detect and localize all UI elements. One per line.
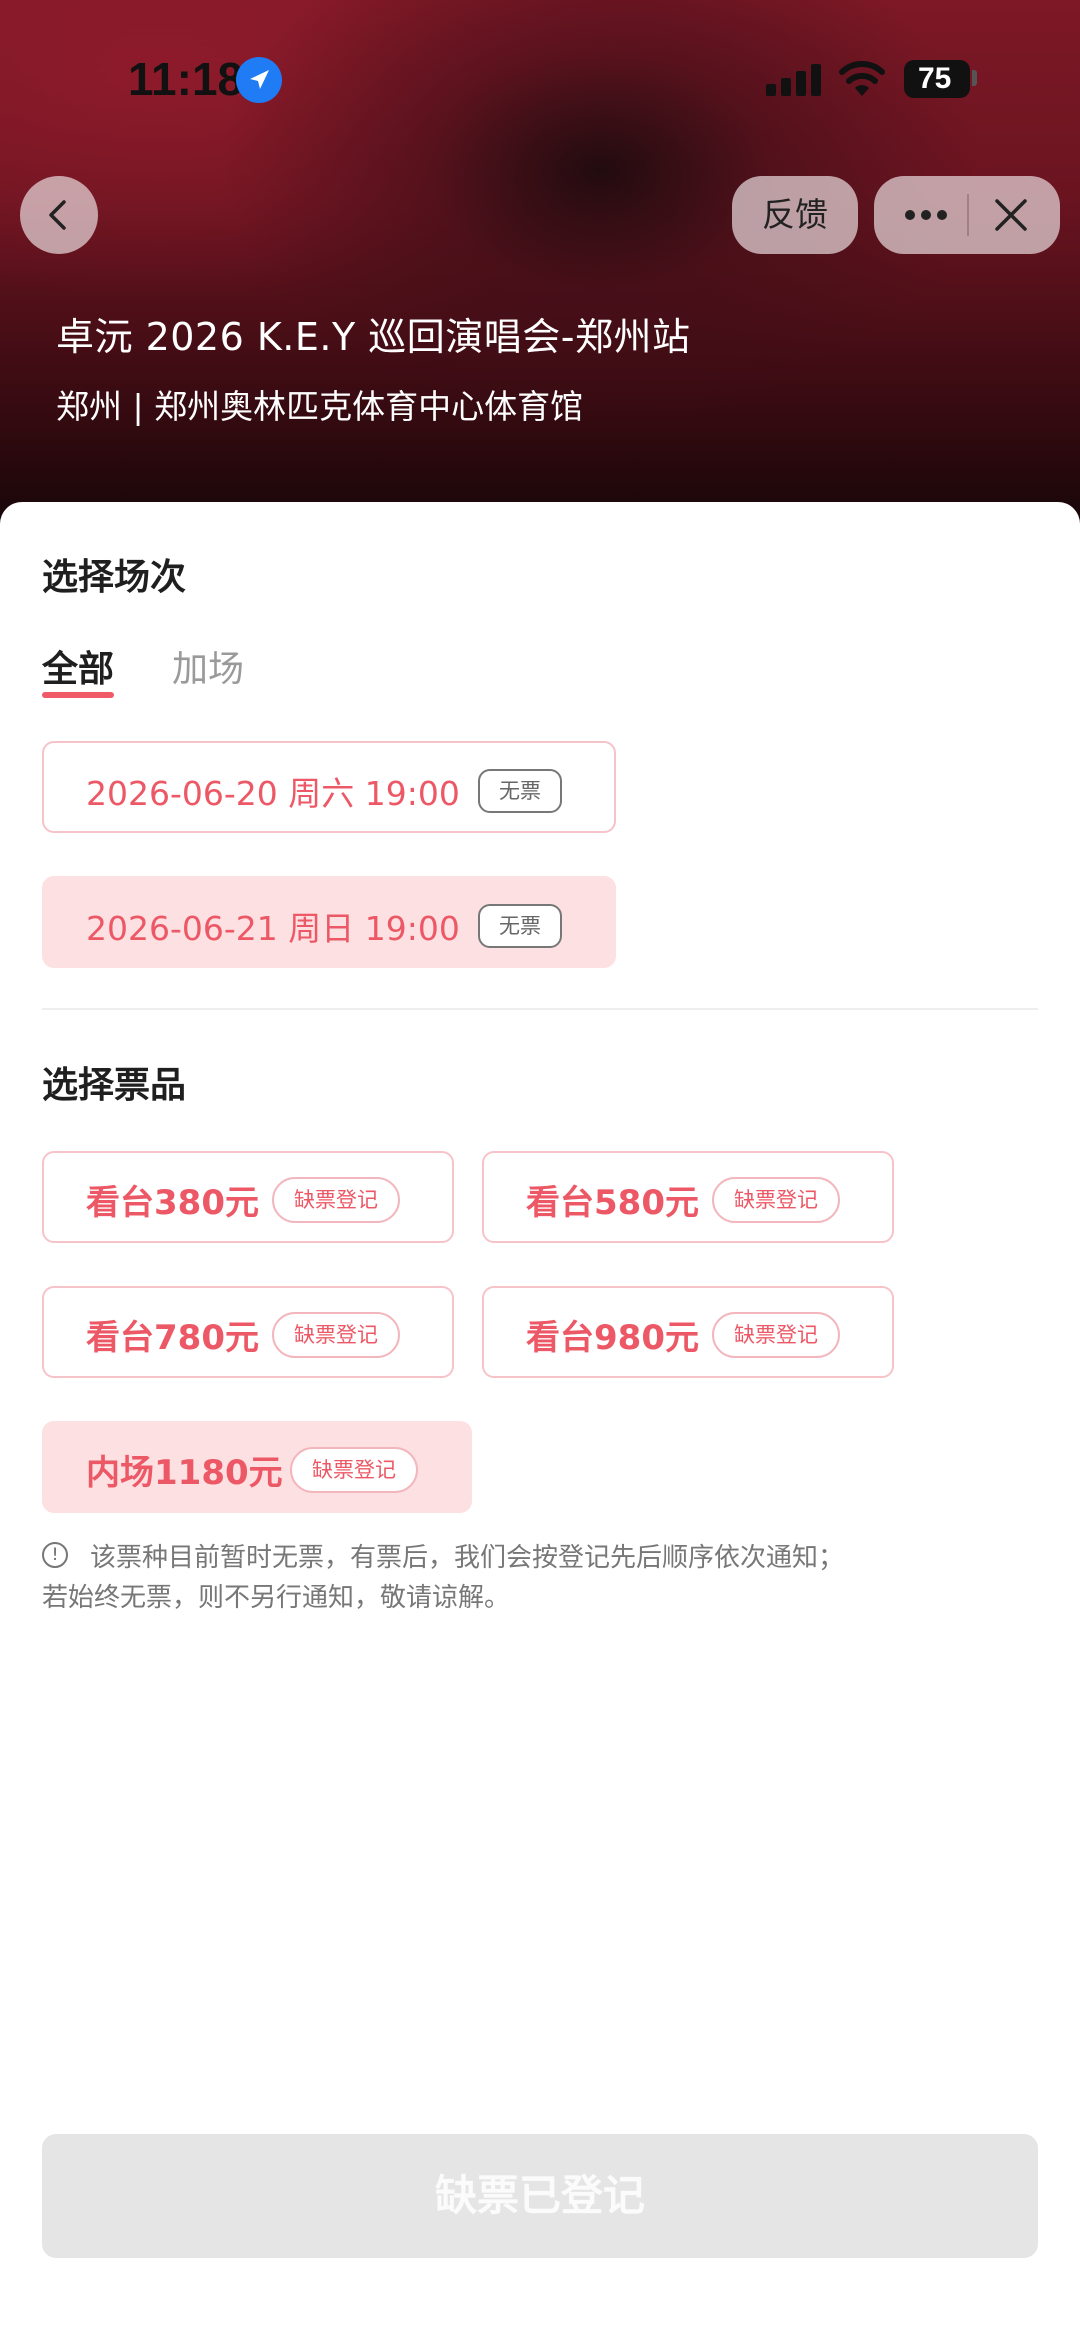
- event-title: 卓沅 2026 K.E.Y 巡回演唱会-郑州站: [56, 315, 691, 359]
- shortage-register-badge: 缺票登记: [272, 1177, 400, 1223]
- session-option-selected[interactable]: 2026-06-21 周日 19:00 无票: [42, 876, 616, 968]
- shortage-register-badge: 缺票登记: [290, 1447, 418, 1493]
- cellular-signal-icon: [766, 62, 822, 96]
- session-section-title: 选择场次: [42, 557, 187, 598]
- registered-button[interactable]: 缺票已登记: [42, 2134, 1038, 2258]
- session-date-label: 2026-06-20 周六 19:00: [86, 774, 460, 813]
- shortage-register-badge: 缺票登记: [272, 1312, 400, 1358]
- active-tab-indicator: [42, 692, 114, 698]
- close-icon[interactable]: [992, 196, 1030, 238]
- no-ticket-badge: 无票: [478, 904, 562, 948]
- tab-extra-shows[interactable]: 加场: [172, 640, 244, 692]
- feedback-button[interactable]: 反馈: [732, 176, 858, 254]
- location-arrow-icon: [236, 57, 282, 103]
- ticket-section-title: 选择票品: [42, 1065, 187, 1106]
- event-header: 11:18 75 反馈 卓沅 2026 K.E.Y 巡回演唱会-郑州站 郑州 |…: [0, 0, 1080, 560]
- no-ticket-badge: 无票: [478, 769, 562, 813]
- selection-sheet: 选择场次 全部 加场 2026-06-20 周六 19:00 无票 2026-0…: [0, 502, 1080, 2347]
- ticket-tier-label: 看台780元: [86, 1318, 259, 1358]
- chevron-left-icon: [49, 200, 66, 230]
- ticket-tier-label: 看台980元: [526, 1318, 699, 1358]
- ticket-tier-option-selected[interactable]: 内场1180元 缺票登记: [42, 1421, 472, 1513]
- notice-line-1: 该票种目前暂时无票，有票后，我们会按登记先后顺序依次通知；: [90, 1543, 845, 1573]
- ticket-tier-option[interactable]: 看台580元 缺票登记: [482, 1151, 894, 1243]
- session-date-label: 2026-06-21 周日 19:00: [86, 909, 460, 948]
- wifi-icon: [838, 58, 886, 98]
- notice-line-2: 若始终无票，则不另行通知，敬请谅解。: [42, 1583, 511, 1613]
- status-time: 11:18: [128, 53, 244, 105]
- tab-all[interactable]: 全部: [42, 640, 114, 692]
- status-bar: 11:18 75: [0, 40, 1080, 120]
- more-options-icon[interactable]: [902, 203, 950, 227]
- ticket-tier-option[interactable]: 看台380元 缺票登记: [42, 1151, 454, 1243]
- shortage-register-badge: 缺票登记: [712, 1177, 840, 1223]
- capsule-divider: [967, 194, 969, 236]
- shortage-notice: 该票种目前暂时无票，有票后，我们会按登记先后顺序依次通知； 若始终无票，则不另行…: [42, 1538, 1042, 1618]
- ticket-tier-label: 看台380元: [86, 1183, 259, 1223]
- ticket-selection-page: 11:18 75 反馈 卓沅 2026 K.E.Y 巡回演唱会-郑州站 郑州 |…: [0, 0, 1080, 2347]
- battery-indicator: 75: [904, 60, 970, 98]
- ticket-tier-option[interactable]: 看台980元 缺票登记: [482, 1286, 894, 1378]
- ticket-tier-label: 看台580元: [526, 1183, 699, 1223]
- back-button[interactable]: [20, 176, 98, 254]
- ticket-tier-option[interactable]: 看台780元 缺票登记: [42, 1286, 454, 1378]
- event-venue: 郑州 | 郑州奥林匹克体育中心体育馆: [56, 387, 584, 426]
- session-option[interactable]: 2026-06-20 周六 19:00 无票: [42, 741, 616, 833]
- battery-cap: [972, 70, 977, 86]
- mini-program-capsule: [874, 176, 1060, 254]
- shortage-register-badge: 缺票登记: [712, 1312, 840, 1358]
- ticket-tier-label: 内场1180元: [86, 1453, 283, 1493]
- section-divider: [42, 1008, 1038, 1010]
